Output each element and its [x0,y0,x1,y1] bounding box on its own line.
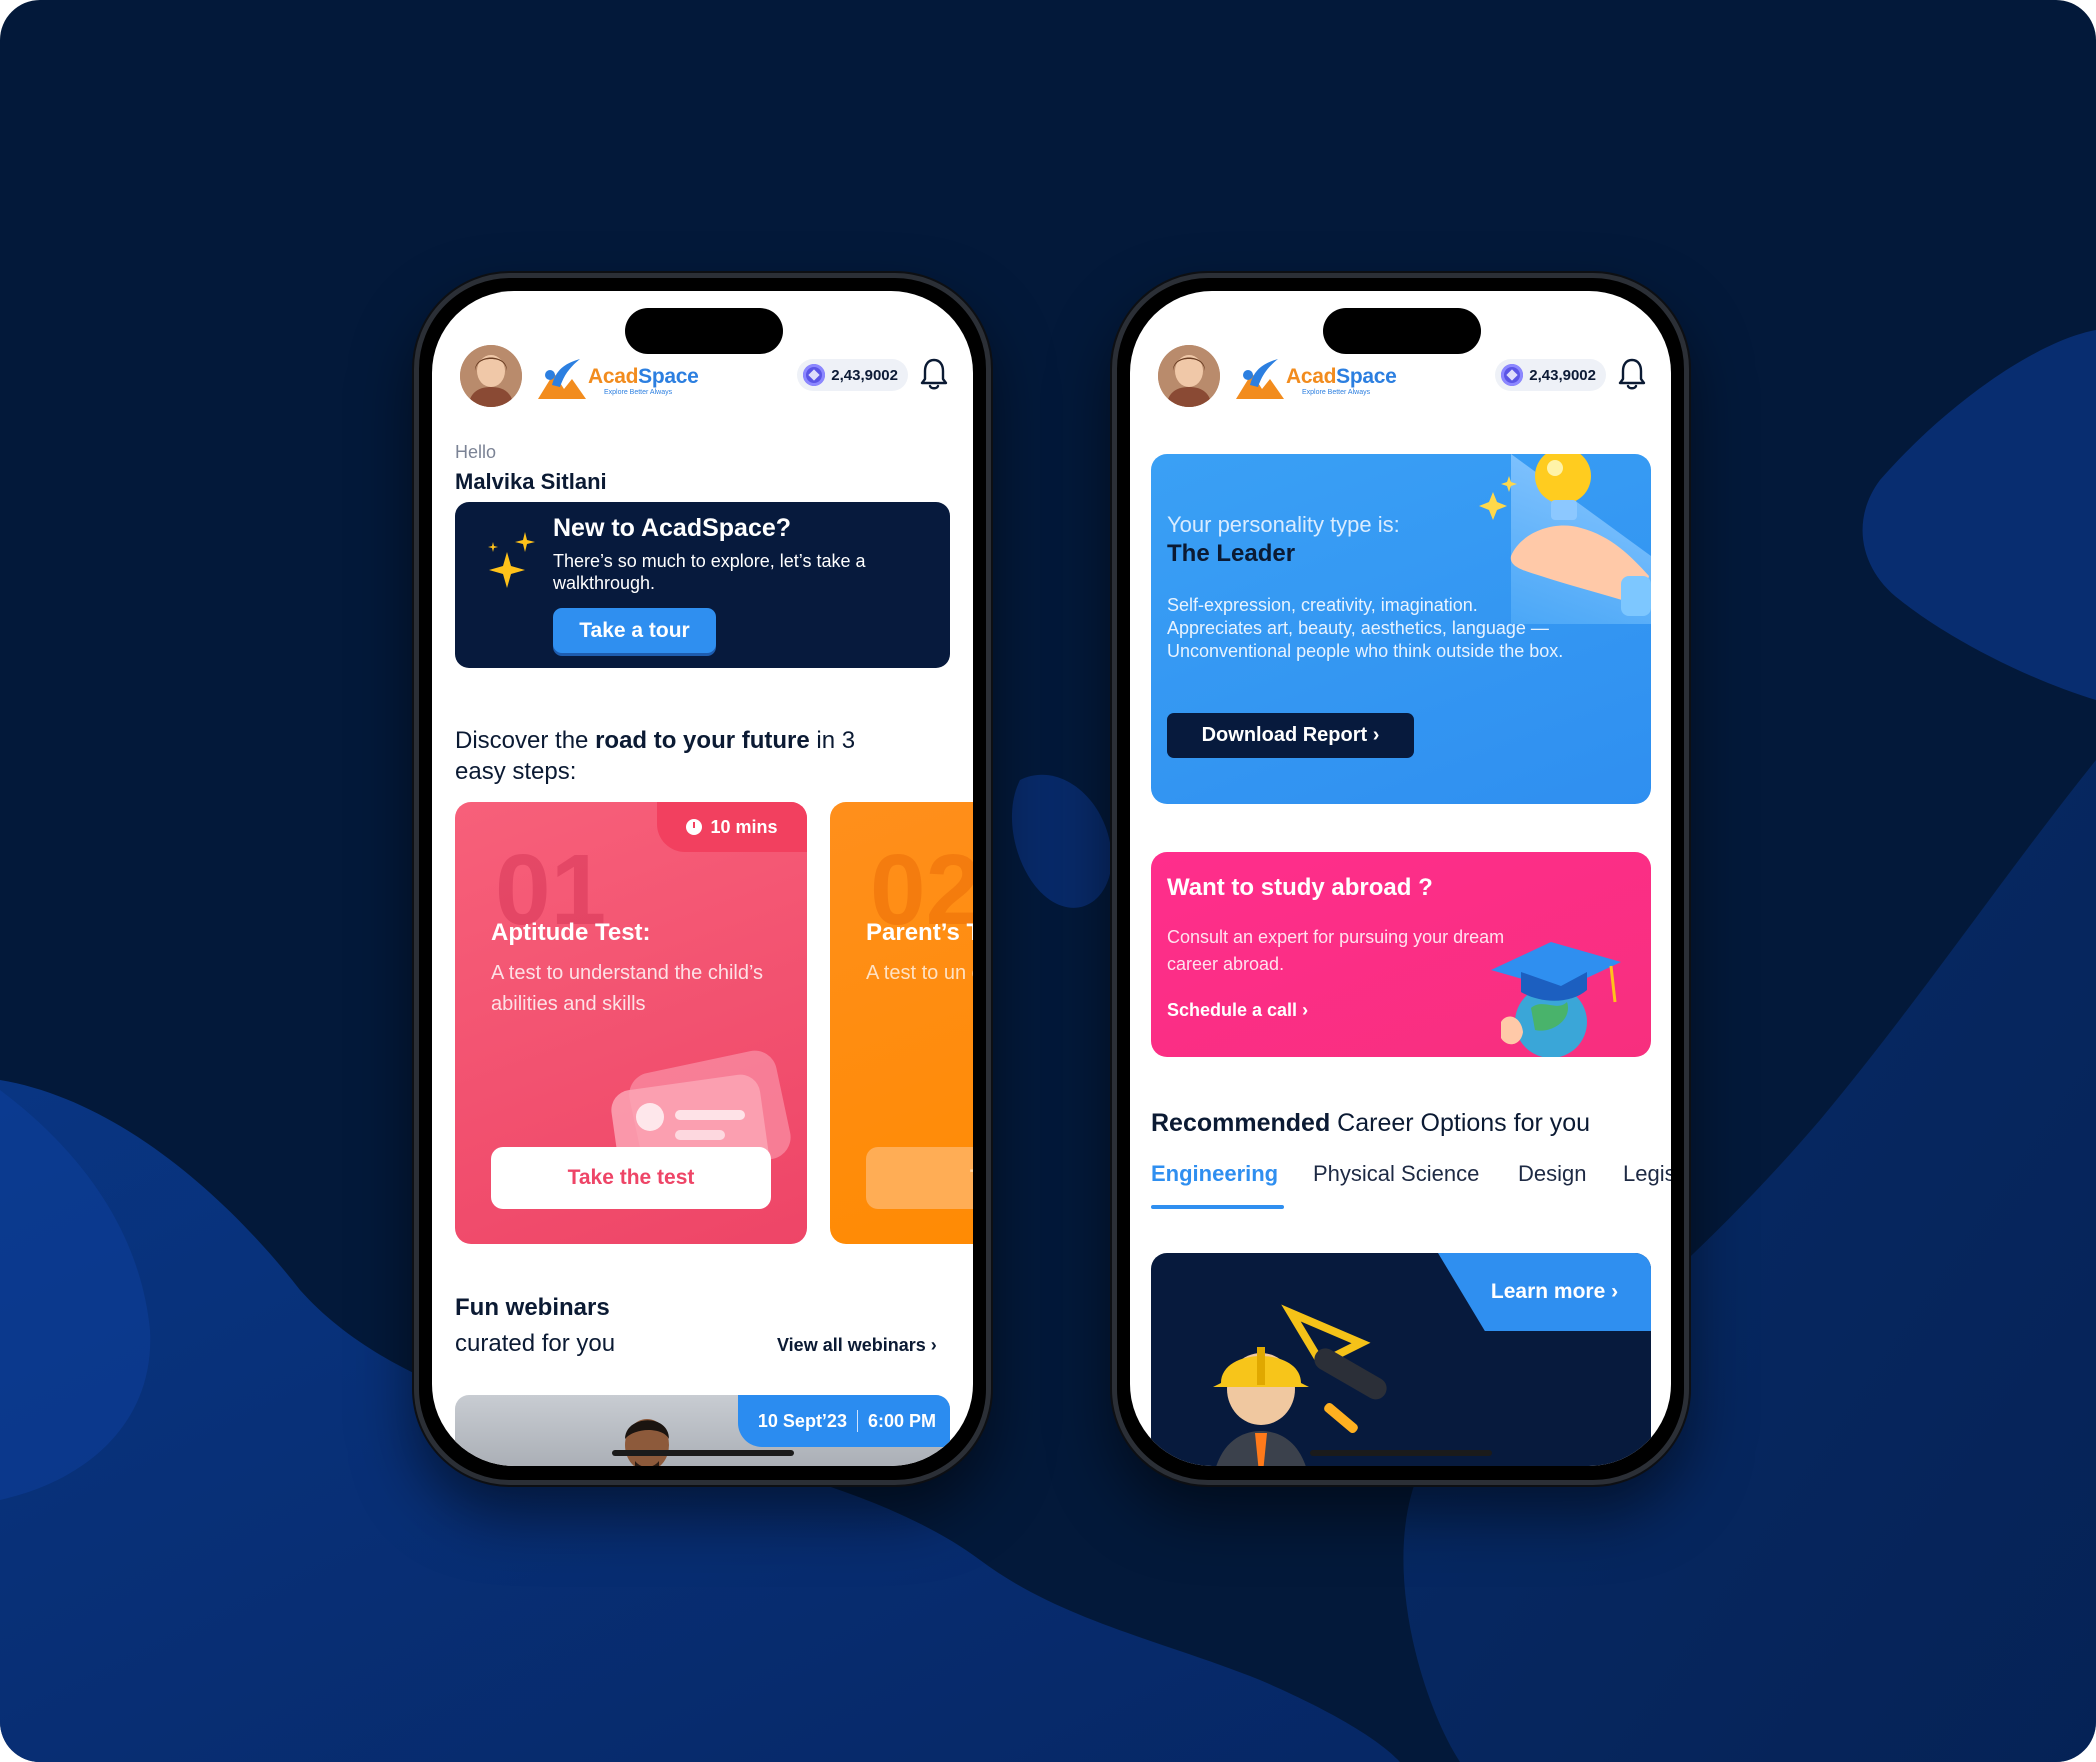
coin-count: 2,43,9002 [1529,366,1596,384]
tour-description: There’s so much to explore, let’s take a… [553,551,866,593]
coin-icon [803,364,826,386]
take-tour-button[interactable]: Take a tour [553,608,716,653]
report-screen: AcadSpace Explore Better Always 2,43,900… [1130,291,1671,1466]
career-tabs: Engineering Physical Science Design Legi… [1151,1161,1671,1209]
study-abroad-title: Want to study abroad ? [1167,874,1433,901]
logo-mark-icon [1236,359,1284,399]
coin-balance[interactable]: 2,43,9002 [797,359,908,391]
step-card-aptitude[interactable]: 01 10 mins Aptitude Test: A test to unde… [455,802,807,1244]
logo-mark-icon [538,359,586,399]
webinar-datetime-badge: 10 Sept’23 6:00 PM [737,1395,950,1447]
chevron-right-icon: › [930,1335,937,1355]
tour-title: New to AcadSpace? [553,514,792,542]
top-bar: AcadSpace Explore Better Always 2,43,900… [1158,345,1658,409]
personality-card: Your personality type is: The Leader Sel… [1151,454,1651,804]
tab-design[interactable]: Design [1518,1161,1586,1187]
home-indicator[interactable] [1310,1450,1492,1456]
acadspace-logo: AcadSpace Explore Better Always [1232,355,1412,403]
discover-heading: Discover the road to your future in 3 ea… [455,727,856,785]
clock-icon [686,819,703,835]
background-waves [0,330,2096,1762]
graduation-globe-illustration [1491,942,1621,1057]
webinars-subtitle: curated for you [455,1330,616,1357]
speaker-photo [625,1419,669,1466]
brand-name: AcadSpace [1286,365,1397,388]
tab-physical-science[interactable]: Physical Science [1313,1161,1479,1187]
study-abroad-description: Consult an expert for pursuing your drea… [1167,927,1505,974]
greeting: Hello [455,442,497,462]
avatar[interactable] [1158,345,1220,407]
personality-type: The Leader [1167,540,1296,567]
brand-tagline: Explore Better Always [1302,389,1371,396]
coin-icon [1501,364,1524,386]
showcase-background: AcadSpace Explore Better Always 2,43,900… [0,0,2096,1762]
brand-name: AcadSpace [588,365,699,388]
bell-icon[interactable] [920,357,948,391]
chevron-right-icon: › [1611,1280,1619,1303]
step-description: A test to un child’s abili [866,962,973,984]
home-indicator[interactable] [612,1450,794,1456]
active-tab-indicator [1151,1205,1284,1209]
step-title: Aptitude Test: [491,919,651,946]
phone-home: AcadSpace Explore Better Always 2,43,900… [414,273,991,1485]
chevron-right-icon: › [1302,1000,1309,1020]
phone-report: AcadSpace Explore Better Always 2,43,900… [1112,273,1689,1485]
view-all-webinars-link[interactable]: View all webinars › [777,1335,937,1356]
personality-label: Your personality type is: [1167,512,1400,537]
chevron-right-icon: › [1372,724,1380,746]
personality-description: Self-expression, creativity, imagination… [1167,595,1564,661]
take-test-button[interactable]: Take the test [491,1147,771,1209]
bell-icon[interactable] [1618,357,1646,391]
career-card-engineering[interactable]: Learn more › [1151,1253,1651,1466]
tour-card: New to AcadSpace? There’s so much to exp… [455,502,950,668]
step-description: A test to understand the child’s abiliti… [491,962,764,1015]
sparkle-icon [488,532,535,588]
acadspace-logo: AcadSpace Explore Better Always [534,355,714,403]
download-report-button[interactable]: Download Report › [1167,713,1414,758]
coin-balance[interactable]: 2,43,9002 [1495,359,1606,391]
home-screen: AcadSpace Explore Better Always 2,43,900… [432,291,973,1466]
coin-count: 2,43,9002 [831,366,898,384]
step-title: Parent’s T [866,919,973,946]
take-parent-test-button[interactable]: Tak [866,1147,973,1209]
tab-legislation[interactable]: Legis [1623,1161,1671,1187]
webinars-title: Fun webinars [455,1294,610,1321]
avatar[interactable] [460,345,522,407]
duration-badge: 10 mins [657,802,807,852]
engineer-illustration [1213,1304,1387,1466]
top-bar: AcadSpace Explore Better Always 2,43,900… [460,345,960,409]
tab-engineering[interactable]: Engineering [1151,1161,1278,1187]
schedule-call-link[interactable]: Schedule a call › [1167,1000,1308,1021]
avatar-image [460,345,522,407]
step-card-parent[interactable]: 02 Parent’s T A test to un child’s abili… [830,802,973,1244]
brand-tagline: Explore Better Always [604,389,673,396]
study-abroad-card: Want to study abroad ? Consult an expert… [1151,852,1651,1057]
user-name: Malvika Sitlani [455,469,607,494]
avatar-image [1158,345,1220,407]
recommended-heading: Recommended Career Options for you [1151,1109,1591,1137]
learn-more-button[interactable]: Learn more › [1438,1253,1651,1331]
